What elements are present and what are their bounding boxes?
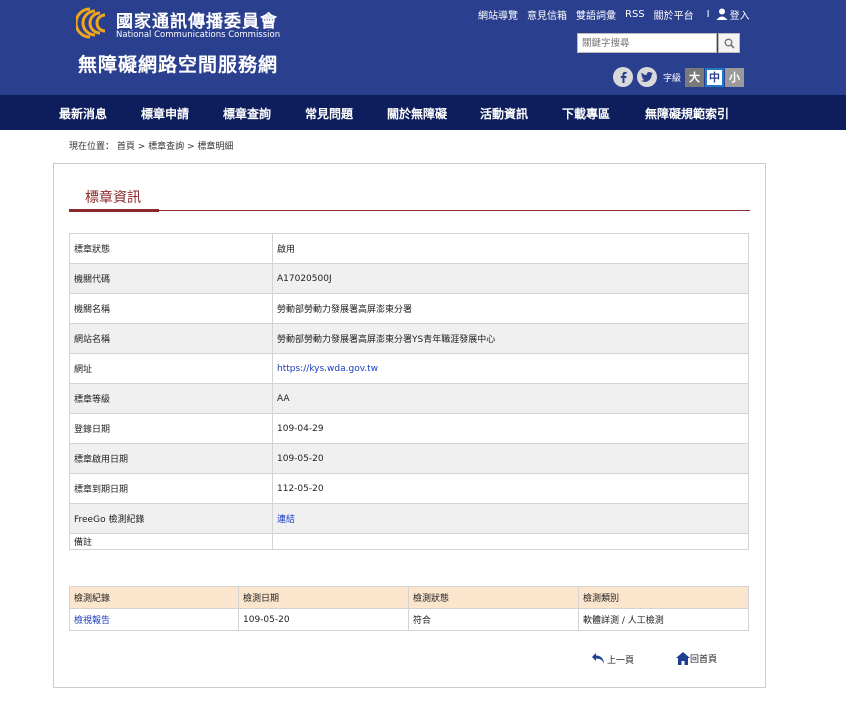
fontsize-medium-button[interactable]: 中: [705, 67, 725, 87]
social-and-fontsize: 字級 大 中 小: [613, 67, 745, 87]
breadcrumb[interactable]: 現在位置： 首頁 > 標章查詢 > 標章明細: [69, 139, 233, 152]
col-type: 檢測類別: [578, 586, 749, 609]
agency-name-label: 機關名稱: [69, 293, 273, 324]
freego-link[interactable]: 連結: [277, 515, 295, 525]
sitemap-link[interactable]: 網站導覽: [478, 7, 518, 22]
nav-latest-news[interactable]: 最新消息: [59, 105, 107, 122]
table-header-row: 檢測紀錄 檢測日期 檢測狀態 檢測類別: [69, 586, 749, 609]
prev-page-link[interactable]: 上一頁: [591, 652, 634, 666]
record-status: 符合: [408, 608, 579, 631]
expire-date-value: 112-05-20: [272, 473, 749, 504]
feedback-link[interactable]: 意見信箱: [527, 7, 567, 22]
view-report-link[interactable]: 檢視報告: [74, 616, 110, 626]
nav-badge-apply[interactable]: 標章申請: [141, 105, 189, 122]
nav-badge-query[interactable]: 標章查詢: [223, 105, 271, 122]
site-url-link[interactable]: https://kys.wda.gov.tw: [277, 364, 378, 374]
search-icon: [724, 38, 735, 49]
site-title[interactable]: 無障礙網路空間服務網: [78, 50, 278, 77]
fontsize-small-button[interactable]: 小: [725, 67, 745, 87]
home-link[interactable]: 回首頁: [676, 652, 717, 665]
reg-date-value: 109-04-29: [272, 413, 749, 444]
start-date-label: 標章啟用日期: [69, 443, 273, 474]
main-nav: 最新消息 標章申請 標章查詢 常見問題 關於無障礙 活動資訊 下載專區 無障礙規…: [0, 95, 846, 130]
prev-page-label: 上一頁: [607, 655, 635, 666]
col-date: 檢測日期: [238, 586, 409, 609]
search-input[interactable]: [577, 33, 717, 53]
nav-guideline-index[interactable]: 無障礙規範索引: [645, 105, 729, 122]
level-value: AA: [272, 383, 749, 414]
table-row: 標章啟用日期 109-05-20: [69, 443, 749, 474]
site-header: 國家通訊傳播委員會 National Communications Commis…: [0, 0, 846, 95]
table-row: 標章到期日期 112-05-20: [69, 473, 749, 504]
table-row: 登錄日期 109-04-29: [69, 413, 749, 444]
home-label: 回首頁: [690, 655, 718, 665]
start-date-value: 109-05-20: [272, 443, 749, 474]
table-row: FreeGo 檢測紀錄 連結: [69, 503, 749, 534]
home-icon: [676, 652, 690, 665]
nav-about-accessibility[interactable]: 關於無障礙: [387, 105, 447, 122]
nav-downloads[interactable]: 下載專區: [562, 105, 610, 122]
top-links: 網站導覽 意見信箱 雙語詞彙 RSS 關於平台 I 登入: [478, 7, 750, 22]
rss-link[interactable]: RSS: [625, 9, 645, 20]
ncc-logo[interactable]: 國家通訊傳播委員會 National Communications Commis…: [76, 6, 296, 41]
back-arrow-icon: [592, 653, 604, 664]
search-box: [577, 33, 740, 53]
title-accent-bar: [69, 209, 159, 212]
table-row: 標章等級 AA: [69, 383, 749, 414]
nav-events[interactable]: 活動資訊: [480, 105, 528, 122]
status-value: 啟用: [272, 233, 749, 264]
login-link[interactable]: 登入: [716, 7, 750, 22]
table-row: 檢視報告 109-05-20 符合 軟體詳測 / 人工檢測: [69, 608, 749, 631]
table-row: 網址 https://kys.wda.gov.tw: [69, 353, 749, 384]
fontsize-label: 字級: [663, 73, 682, 84]
table-row: 標章狀態 啟用: [69, 233, 749, 264]
agency-code-value: A17020500J: [272, 263, 749, 294]
remark-label: 備註: [69, 533, 273, 550]
record-date: 109-05-20: [238, 608, 409, 631]
site-name-value: 勞動部勞動力發展署高屏澎東分署YS青年職涯發展中心: [272, 323, 749, 354]
title-underline: [69, 210, 750, 211]
login-label: 登入: [729, 10, 750, 22]
expire-date-label: 標章到期日期: [69, 473, 273, 504]
twitter-icon[interactable]: [637, 67, 657, 87]
remark-value: [272, 533, 749, 550]
reg-date-label: 登錄日期: [69, 413, 273, 444]
table-row: 機關名稱 勞動部勞動力發展署高屏澎東分署: [69, 293, 749, 324]
col-status: 檢測狀態: [408, 586, 579, 609]
about-platform-link[interactable]: 關於平台: [654, 7, 694, 22]
col-record: 檢測紀錄: [69, 586, 239, 609]
table-row: 網站名稱 勞動部勞動力發展署高屏澎東分署YS青年職涯發展中心: [69, 323, 749, 354]
url-label: 網址: [69, 353, 273, 384]
status-label: 標章狀態: [69, 233, 273, 264]
agency-name-value: 勞動部勞動力發展署高屏澎東分署: [272, 293, 749, 324]
user-icon: [716, 8, 728, 20]
table-row: 機關代碼 A17020500J: [69, 263, 749, 294]
org-name-cn: 國家通訊傳播委員會: [116, 12, 278, 32]
nav-faq[interactable]: 常見問題: [305, 105, 353, 122]
ncc-logo-icon: [76, 7, 106, 39]
search-button[interactable]: [718, 33, 740, 53]
table-row: 備註: [69, 533, 749, 550]
fontsize-large-button[interactable]: 大: [685, 67, 705, 87]
freego-label: FreeGo 檢測紀錄: [69, 503, 273, 534]
agency-code-label: 機關代碼: [69, 263, 273, 294]
section-title: 標章資訊: [85, 190, 141, 206]
facebook-icon[interactable]: [613, 67, 633, 87]
site-name-label: 網站名稱: [69, 323, 273, 354]
inspection-record-table: 檢測紀錄 檢測日期 檢測狀態 檢測類別 檢視報告 109-05-20 符合 軟體…: [69, 586, 749, 631]
org-name-en: National Communications Commission: [116, 30, 281, 40]
level-label: 標章等級: [69, 383, 273, 414]
badge-info-table: 標章狀態 啟用 機關代碼 A17020500J 機關名稱 勞動部勞動力發展署高屏…: [69, 233, 749, 550]
glossary-link[interactable]: 雙語詞彙: [576, 7, 616, 22]
top-links-separator: I: [706, 8, 710, 20]
record-type: 軟體詳測 / 人工檢測: [578, 608, 749, 631]
